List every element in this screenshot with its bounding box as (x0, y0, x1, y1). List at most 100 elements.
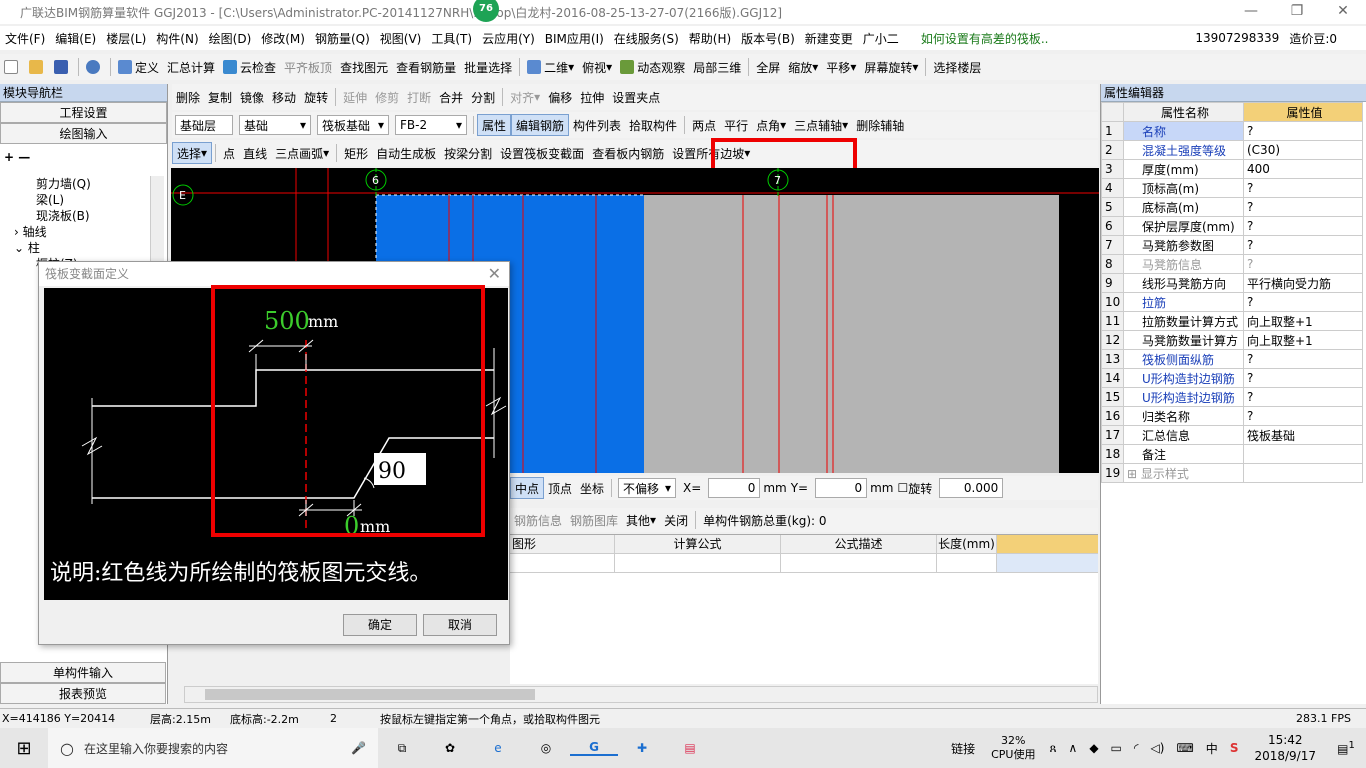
tree-item-axis[interactable]: › 轴线 (0, 224, 150, 240)
zoom-dropdown[interactable]: 缩放 ▾ (784, 56, 822, 78)
property-row[interactable]: 13 筏板侧面纵筋? (1101, 349, 1363, 369)
dynamic-observe-button[interactable]: 动态观察 (616, 56, 689, 78)
set-grip-button[interactable]: 设置夹点 (608, 86, 664, 108)
menu-version[interactable]: 版本号(B) (736, 30, 800, 47)
task-view-icon[interactable]: ⧉ (378, 741, 426, 756)
property-row[interactable]: 16 归类名称? (1101, 406, 1363, 426)
menu-file[interactable]: 文件(F) (0, 30, 50, 47)
dialog-close-icon[interactable]: ✕ (488, 264, 501, 283)
property-row[interactable]: 11 拉筋数量计算方式 向上取整+1 (1101, 311, 1363, 331)
local-3d-button[interactable]: 局部三维 (689, 56, 745, 78)
pick-component-button[interactable]: 拾取构件 (625, 114, 681, 136)
stretch-button[interactable]: 拉伸 (576, 86, 608, 108)
element-select[interactable]: FB-2 ▾ (395, 115, 467, 135)
merge-button[interactable]: 合并 (435, 86, 467, 108)
taskbar-search[interactable]: ○ 在这里输入你要搜索的内容 🎤 (48, 728, 378, 768)
property-row[interactable]: 19 ⊞ 显示样式 (1101, 463, 1363, 483)
coordinate-snap-button[interactable]: 坐标 (576, 477, 608, 499)
menu-view[interactable]: 视图(V) (375, 30, 427, 47)
property-row[interactable]: 8 马凳筋信息? (1101, 254, 1363, 274)
point-button[interactable]: 点 (219, 142, 239, 164)
move-button[interactable]: 移动 (268, 86, 300, 108)
menu-help[interactable]: 帮助(H) (684, 30, 736, 47)
network-icon[interactable]: ▭ (1105, 741, 1128, 755)
close-icon[interactable]: ✕ (1320, 0, 1366, 24)
undo-icon[interactable] (82, 56, 107, 78)
delete-button[interactable]: 删除 (172, 86, 204, 108)
restore-icon[interactable]: ❐ (1274, 0, 1320, 24)
find-element-button[interactable]: 查找图元 (336, 56, 392, 78)
property-row[interactable]: 10 拉筋? (1101, 292, 1363, 312)
menu-cloud[interactable]: 云应用(Y) (477, 30, 540, 47)
expand-plus-icon[interactable]: ⊞ (1127, 467, 1141, 481)
windows-start-icon[interactable]: ⊞ (0, 738, 48, 759)
cloud-check-button[interactable]: 云检查 (219, 56, 280, 78)
property-row[interactable]: 12 马凳筋数量计算方 向上取整+1 (1101, 330, 1363, 350)
rectangle-button[interactable]: 矩形 (340, 142, 372, 164)
person-icon[interactable]: ጸ (1043, 741, 1062, 756)
three-point-arc-dropdown[interactable]: 三点画弧 ▾ (271, 142, 333, 164)
rotate-input[interactable]: 0.000 (939, 478, 1004, 498)
help-hint-link[interactable]: 如何设置有高差的筏板.. (916, 30, 1054, 47)
two-points-button[interactable]: 两点 (688, 114, 720, 136)
property-row[interactable]: 5 底标高(m)? (1101, 197, 1363, 217)
rebar-info-button[interactable]: 钢筋信息 (510, 509, 566, 531)
component-list-button[interactable]: 构件列表 (569, 114, 625, 136)
category-select[interactable]: 基础 ▾ (239, 115, 311, 135)
single-component-input-button[interactable]: 单构件输入 (0, 662, 166, 683)
top-view-dropdown[interactable]: 俯视 ▾ (578, 56, 616, 78)
y-input[interactable]: 0 (815, 478, 868, 498)
tree-item-cast-slab[interactable]: 现浇板(B) (0, 208, 150, 224)
close-rebar-button[interactable]: 关闭 (660, 509, 692, 531)
rebar-table-row[interactable] (510, 554, 1098, 573)
mirror-button[interactable]: 镜像 (236, 86, 268, 108)
x-input[interactable]: 0 (708, 478, 761, 498)
glodon-app-icon[interactable]: G (570, 740, 618, 756)
sogou-icon[interactable]: S (1224, 741, 1245, 755)
tree-item-shear-wall[interactable]: 剪力墙(Q) (0, 176, 150, 192)
pdf-app-icon[interactable]: ▤ (666, 741, 714, 755)
extend-button[interactable]: 延伸 (339, 86, 371, 108)
menu-assistant[interactable]: 广小二 (858, 30, 904, 47)
line-button[interactable]: 直线 (239, 142, 271, 164)
microphone-icon[interactable]: 🎤 (351, 741, 366, 755)
property-row[interactable]: 3 厚度(mm) 400 (1101, 159, 1363, 179)
fullscreen-button[interactable]: 全屏 (752, 56, 784, 78)
rebar-library-button[interactable]: 钢筋图库 (566, 509, 622, 531)
menu-floor[interactable]: 楼层(L) (101, 30, 151, 47)
new-file-icon[interactable] (0, 56, 25, 78)
edit-rebar-button[interactable]: 编辑钢筋 (511, 114, 570, 136)
view-rebar-qty-button[interactable]: 查看钢筋量 (392, 56, 460, 78)
expand-collapse-icon[interactable]: + — (0, 144, 167, 170)
summary-calc-button[interactable]: 汇总计算 (163, 56, 219, 78)
parallel-button[interactable]: 平行 (720, 114, 752, 136)
menu-modify[interactable]: 修改(M) (256, 30, 310, 47)
property-row[interactable]: 6 保护层厚度(mm)? (1101, 216, 1363, 236)
property-row[interactable]: 4 顶标高(m)? (1101, 178, 1363, 198)
tree-item-beam[interactable]: 梁(L) (0, 192, 150, 208)
ie-browser-icon[interactable]: e (474, 741, 522, 755)
volume-icon[interactable]: ◁) (1145, 741, 1171, 755)
select-button[interactable]: 选择 ▾ (172, 142, 213, 164)
taskbar-link-label[interactable]: 链接 (943, 740, 983, 757)
break-button[interactable]: 打断 (403, 86, 435, 108)
menu-component[interactable]: 构件(N) (151, 30, 203, 47)
define-button[interactable]: 定义 (114, 56, 163, 78)
tree-item-column[interactable]: ⌄ 柱 (0, 240, 150, 256)
menu-rebar-qty[interactable]: 钢筋量(Q) (310, 30, 375, 47)
menu-draw[interactable]: 绘图(D) (204, 30, 257, 47)
properties-button[interactable]: 属性 (477, 114, 512, 136)
screen-rotate-dropdown[interactable]: 屏幕旋转 ▾ (860, 56, 922, 78)
other-dropdown[interactable]: 其他 ▾ (622, 509, 660, 531)
layer-select[interactable]: 基础层 (175, 115, 233, 135)
property-row[interactable]: 15 U形构造封边钢筋? (1101, 387, 1363, 407)
delete-aux-button[interactable]: 删除辅轴 (852, 114, 908, 136)
slab-gray-region[interactable] (644, 195, 1059, 473)
menu-tools[interactable]: 工具(T) (426, 30, 477, 47)
property-row[interactable]: 9 线形马凳筋方向 平行横向受力筋 (1101, 273, 1363, 293)
view-slab-rebar-button[interactable]: 查看板内钢筋 (588, 142, 668, 164)
vertex-snap-button[interactable]: 顶点 (544, 477, 576, 499)
midpoint-snap-button[interactable]: 中点 (510, 477, 545, 499)
menu-new-change[interactable]: 新建变更 (800, 30, 858, 47)
property-row[interactable]: 1 名称? (1101, 121, 1363, 141)
